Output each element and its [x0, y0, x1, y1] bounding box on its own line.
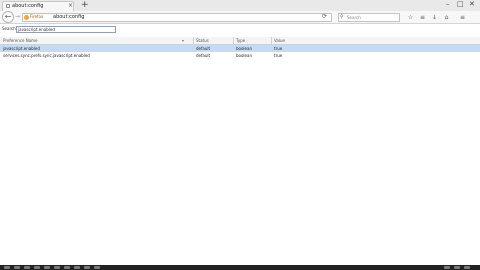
taskbar-app-icon[interactable] [84, 266, 90, 269]
filter-input[interactable]: javascript.enabled [16, 26, 116, 33]
navigation-bar: ← → Firefox about:config ⟳ ⚲ Search ☆ ≡ … [0, 11, 480, 24]
taskbar-app-icon[interactable] [64, 266, 70, 269]
column-separator[interactable] [233, 37, 234, 45]
filter-row: Search: javascript.enabled [0, 25, 480, 35]
taskbar-app-icon[interactable] [54, 266, 60, 269]
maximize-button[interactable]: □ [457, 0, 464, 9]
tab-close-icon[interactable]: × [68, 2, 73, 9]
reload-icon[interactable]: ⟳ [322, 12, 327, 21]
taskbar-app-icon[interactable] [94, 266, 100, 269]
start-icon[interactable] [4, 266, 10, 269]
pref-value: true [274, 53, 283, 58]
column-header-status[interactable]: Status [196, 38, 209, 43]
table-header: Preference Name ▾ Status Type Value [0, 37, 480, 45]
taskbar-app-icon[interactable] [74, 266, 80, 269]
home-icon[interactable]: ⌂ [442, 13, 451, 22]
pref-status: default [196, 53, 211, 58]
menu-icon[interactable]: ≡ [458, 13, 467, 22]
column-separator[interactable] [193, 37, 194, 45]
pref-type: boolean [236, 53, 252, 58]
tab-strip: about:config × + – □ ✕ [0, 0, 480, 11]
identity-box[interactable]: Firefox [24, 14, 54, 20]
tray-icon[interactable] [444, 266, 450, 269]
pref-value: true [274, 46, 283, 51]
column-separator[interactable] [271, 37, 272, 45]
filter-label: Search: [2, 26, 18, 31]
back-button[interactable]: ← [2, 11, 14, 23]
tab-about-config[interactable]: about:config × [2, 1, 74, 11]
taskbar [0, 265, 480, 270]
search-placeholder: Search [347, 15, 361, 20]
firefox-icon [24, 15, 29, 20]
column-header-type[interactable]: Type [236, 38, 245, 43]
url-text[interactable]: about:config [53, 14, 84, 21]
preferences-table: Preference Name ▾ Status Type Value java… [0, 37, 480, 59]
library-icon[interactable]: ≡ [418, 13, 427, 22]
pref-name: javascript.enabled [3, 46, 40, 51]
bookmark-star-icon[interactable]: ☆ [406, 13, 415, 22]
taskbar-app-icon[interactable] [44, 266, 50, 269]
sort-arrow-icon: ▾ [182, 38, 185, 43]
filter-value: javascript.enabled [18, 27, 55, 32]
column-header-value[interactable]: Value [274, 38, 285, 43]
close-window-button[interactable]: ✕ [469, 0, 475, 9]
tray-icon[interactable] [454, 266, 460, 269]
taskbar-app-icon[interactable] [34, 266, 40, 269]
minimize-button[interactable]: – [446, 0, 450, 9]
taskbar-app-icon[interactable] [24, 266, 30, 269]
pref-name: services.sync.prefs.sync.javascript.enab… [3, 53, 90, 58]
forward-button[interactable]: → [15, 14, 20, 20]
clock-icon[interactable] [464, 266, 470, 269]
taskbar-app-icon[interactable] [14, 266, 20, 269]
firefox-window: about:config × + – □ ✕ ← → Firefox about… [0, 0, 480, 270]
pref-type: boolean [236, 46, 252, 51]
url-bar[interactable]: Firefox about:config [22, 13, 332, 22]
search-icon: ⚲ [340, 14, 344, 20]
identity-label: Firefox [30, 14, 44, 19]
search-bar[interactable]: ⚲ Search [338, 13, 400, 22]
download-icon[interactable]: ↓ [430, 13, 439, 22]
table-row[interactable]: services.sync.prefs.sync.javascript.enab… [0, 52, 480, 59]
new-tab-button[interactable]: + [81, 0, 89, 10]
pref-status: default [196, 46, 211, 51]
column-header-name[interactable]: Preference Name [3, 38, 38, 43]
table-row[interactable]: javascript.enabled default boolean true [0, 45, 480, 52]
tab-title: about:config [12, 3, 44, 9]
page-icon [6, 4, 10, 8]
